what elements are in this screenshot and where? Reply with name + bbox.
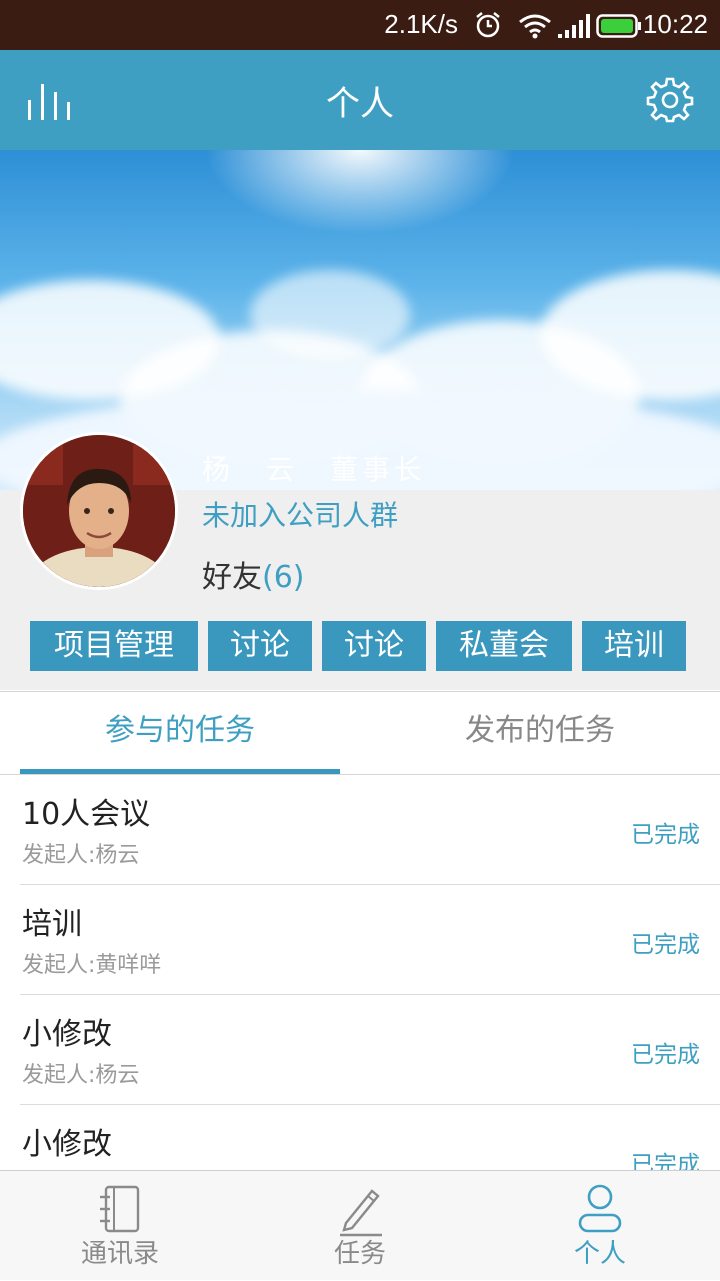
tag-training[interactable]: 培训 (582, 621, 686, 671)
tag-discussion[interactable]: 讨论 (322, 621, 426, 671)
task-status: 已完成 (631, 822, 700, 848)
signal-icon (558, 14, 590, 38)
status-bar: 2.1K/s 10:22 (0, 0, 720, 50)
task-title: 10人会议 (22, 797, 151, 832)
task-title: 小修改 (22, 1127, 112, 1162)
avatar[interactable] (20, 432, 178, 590)
friends-link[interactable]: 好友(6) (202, 552, 305, 596)
nav-personal[interactable]: 个人 (480, 1171, 720, 1281)
tab-participated-tasks[interactable]: 参与的任务 (0, 692, 360, 774)
task-starter: 发起人:杨云 (22, 1063, 140, 1088)
avatar-photo (23, 435, 175, 587)
address-book-icon (100, 1185, 140, 1233)
tab-published-tasks[interactable]: 发布的任务 (360, 692, 720, 774)
tag-discussion[interactable]: 讨论 (208, 621, 312, 671)
battery-icon (596, 14, 641, 38)
list-item[interactable]: 10人会议 发起人:杨云 已完成 (0, 775, 720, 885)
task-tabs: 参与的任务 发布的任务 (0, 691, 720, 775)
gear-icon[interactable] (646, 76, 694, 124)
person-icon (578, 1184, 622, 1233)
clock: 10:22 (642, 9, 708, 39)
wifi-icon (519, 14, 551, 39)
page-title: 个人 (326, 84, 394, 124)
task-starter: 发起人:黄咩咩 (22, 953, 162, 978)
task-status: 已完成 (631, 1042, 700, 1068)
nav-label: 个人 (573, 1239, 626, 1269)
tag-project-management[interactable]: 项目管理 (30, 621, 198, 671)
task-title: 小修改 (22, 1017, 112, 1052)
user-name-title: 杨 云 董事长 (202, 453, 427, 486)
task-status: 已完成 (631, 932, 700, 958)
nav-label: 任务 (333, 1239, 386, 1269)
network-speed: 2.1K/s (384, 9, 458, 39)
friends-label: 好友 (202, 560, 262, 595)
active-tab-indicator (20, 769, 340, 774)
tag-private-board[interactable]: 私董会 (436, 621, 572, 671)
nav-label: 通讯录 (80, 1239, 159, 1269)
list-item[interactable]: 小修改 发起人:杨云 已完成 (0, 995, 720, 1105)
company-group-link[interactable]: 未加入公司人群 (202, 494, 398, 534)
bottom-nav: 通讯录 任务 个人 (0, 1170, 720, 1280)
task-starter: 发起人:杨云 (22, 843, 140, 868)
alarm-icon (476, 12, 500, 38)
task-title: 培训 (22, 907, 82, 942)
friends-count: (6) (262, 560, 305, 595)
list-item[interactable]: 培训 发起人:黄咩咩 已完成 (0, 885, 720, 995)
nav-contacts[interactable]: 通讯录 (0, 1171, 240, 1281)
pencil-icon (340, 1189, 382, 1237)
nav-tasks[interactable]: 任务 (240, 1171, 480, 1281)
app-bar: 个人 (0, 50, 720, 150)
